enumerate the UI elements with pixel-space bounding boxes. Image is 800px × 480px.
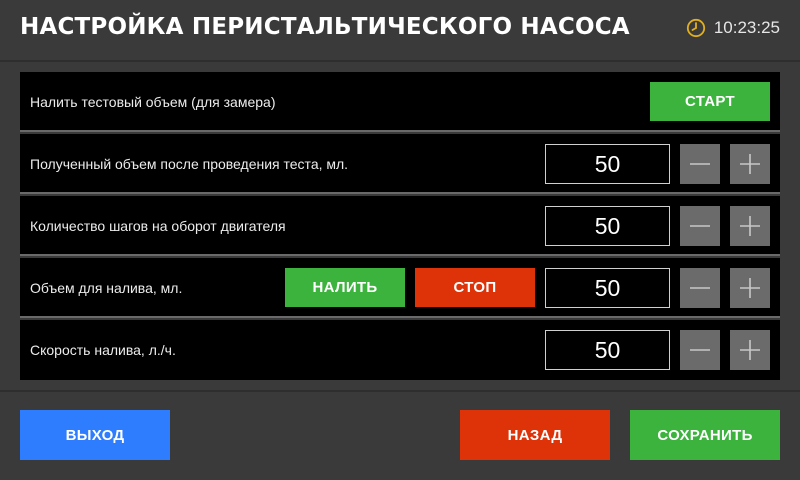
row-measured-volume: Полученный объем после проведения теста,… — [20, 134, 780, 194]
minus-icon — [690, 349, 710, 351]
save-button[interactable]: СОХРАНИТЬ — [630, 410, 780, 460]
decrement-button[interactable] — [680, 268, 720, 308]
decrement-button[interactable] — [680, 206, 720, 246]
minus-icon — [690, 287, 710, 289]
row-pour-speed: Скорость налива, л./ч. 50 — [20, 320, 780, 380]
plus-icon — [740, 154, 760, 174]
clock-icon — [686, 18, 706, 38]
increment-button[interactable] — [730, 268, 770, 308]
row-pour-volume: Объем для налива, мл. НАЛИТЬ СТОП 50 — [20, 258, 780, 318]
clock-time: 10:23:25 — [713, 18, 780, 37]
pour-volume-field[interactable]: 50 — [545, 268, 670, 308]
plus-icon — [740, 216, 760, 236]
pour-button[interactable]: НАЛИТЬ — [285, 268, 405, 307]
header-divider — [0, 60, 800, 62]
row-label: Объем для налива, мл. — [30, 280, 183, 296]
row-label: Количество шагов на оборот двигателя — [30, 218, 286, 234]
footer-divider — [0, 390, 800, 392]
minus-icon — [690, 225, 710, 227]
measured-volume-field[interactable]: 50 — [545, 144, 670, 184]
clock: 10:23:25 — [686, 18, 780, 38]
plus-icon — [740, 278, 760, 298]
row-label: Налить тестовый объем (для замера) — [30, 94, 276, 110]
plus-icon — [740, 340, 760, 360]
row-steps-per-rev: Количество шагов на оборот двигателя 50 — [20, 196, 780, 256]
decrement-button[interactable] — [680, 144, 720, 184]
settings-panel: Налить тестовый объем (для замера) СТАРТ… — [20, 72, 780, 390]
pour-speed-field[interactable]: 50 — [545, 330, 670, 370]
stop-button[interactable]: СТОП — [415, 268, 535, 307]
minus-icon — [690, 163, 710, 165]
row-label: Полученный объем после проведения теста,… — [30, 156, 349, 172]
row-label: Скорость налива, л./ч. — [30, 342, 176, 358]
steps-per-rev-field[interactable]: 50 — [545, 206, 670, 246]
increment-button[interactable] — [730, 330, 770, 370]
decrement-button[interactable] — [680, 330, 720, 370]
increment-button[interactable] — [730, 206, 770, 246]
exit-button[interactable]: ВЫХОД — [20, 410, 170, 460]
row-test-volume: Налить тестовый объем (для замера) СТАРТ — [20, 72, 780, 132]
start-button[interactable]: СТАРТ — [650, 82, 770, 121]
back-button[interactable]: НАЗАД — [460, 410, 610, 460]
page-title: НАСТРОЙКА ПЕРИСТАЛЬТИЧЕСКОГО НАСОСА — [20, 14, 630, 40]
increment-button[interactable] — [730, 144, 770, 184]
